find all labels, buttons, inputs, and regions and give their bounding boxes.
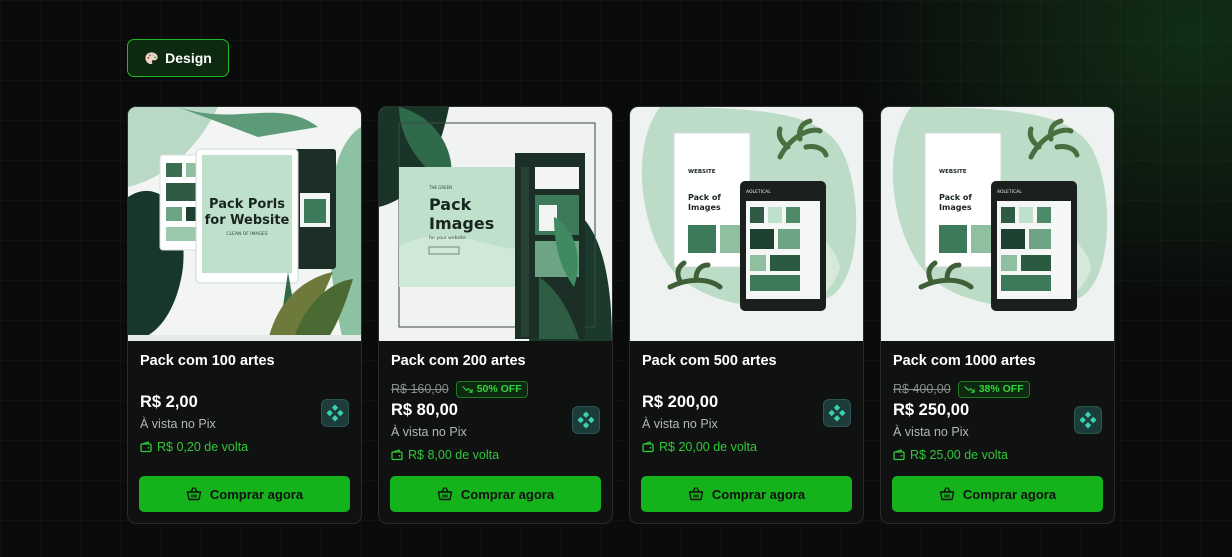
product-image: WEBSITE Pack of Images AOLETICAL [630, 107, 863, 341]
product-title: Pack com 100 artes [140, 353, 275, 369]
svg-text:for Website: for Website [205, 213, 290, 228]
svg-text:THE GREEN: THE GREEN [428, 185, 452, 190]
buy-now-button[interactable]: Comprar agora [641, 476, 852, 512]
pix-icon [321, 399, 349, 427]
basket-icon [939, 487, 955, 501]
current-price: R$ 250,00 [893, 401, 970, 419]
category-chip-design[interactable]: Design [127, 39, 229, 77]
buy-now-label: Comprar agora [209, 486, 304, 502]
product-grid: Pack Porls for Website CLEAN OF IMAGES P… [127, 106, 1115, 524]
svg-text:for your website: for your website [429, 235, 466, 241]
old-price: R$ 400,00 [893, 382, 951, 396]
current-price: R$ 80,00 [391, 401, 458, 419]
cashback-info: R$ 8,00 de volta [391, 446, 600, 463]
product-image: THE GREEN Pack Images for your website [379, 107, 612, 341]
svg-text:Pack of: Pack of [939, 193, 972, 202]
buy-now-button[interactable]: Comprar agora [892, 476, 1103, 512]
cashback-info: R$ 25,00 de volta [893, 446, 1102, 463]
palette-icon [144, 51, 159, 66]
wallet-icon [140, 440, 152, 452]
svg-text:Pack: Pack [429, 195, 472, 214]
payment-note: À vista no Pix [140, 417, 216, 431]
payment-note: À vista no Pix [391, 425, 467, 439]
svg-text:WEBSITE: WEBSITE [939, 169, 967, 175]
basket-icon [437, 487, 453, 501]
cashback-text: R$ 8,00 de volta [408, 447, 500, 462]
wallet-icon [893, 448, 905, 460]
buy-now-label: Comprar agora [460, 486, 555, 502]
pix-icon [572, 406, 600, 434]
product-card-1000: WEBSITE Pack of Images AOLETICAL Pack co… [880, 106, 1115, 524]
old-price: R$ 160,00 [391, 382, 449, 396]
discount-text: 38% OFF [978, 383, 1024, 395]
product-image: Pack Porls for Website CLEAN OF IMAGES [128, 107, 361, 341]
product-card-100: Pack Porls for Website CLEAN OF IMAGES P… [127, 106, 362, 524]
cashback-text: R$ 25,00 de volta [910, 447, 1008, 462]
product-image: WEBSITE Pack of Images AOLETICAL [881, 107, 1114, 341]
svg-text:CLEAN OF IMAGES: CLEAN OF IMAGES [226, 231, 267, 237]
current-price: R$ 200,00 [642, 393, 719, 411]
svg-text:Images: Images [939, 203, 972, 212]
buy-now-button[interactable]: Comprar agora [139, 476, 350, 512]
cashback-info: R$ 20,00 de volta [642, 438, 851, 455]
trend-down-icon [462, 385, 473, 393]
cashback-text: R$ 0,20 de volta [157, 439, 249, 454]
pix-icon [823, 399, 851, 427]
product-card-500: WEBSITE Pack of Images AOLETICAL Pack co… [629, 106, 864, 524]
svg-text:Pack Porls: Pack Porls [209, 197, 285, 212]
basket-icon [688, 487, 704, 501]
svg-text:Images: Images [688, 203, 721, 212]
pix-icon [1074, 406, 1102, 434]
svg-text:Pack of: Pack of [688, 193, 721, 202]
trend-down-icon [964, 385, 975, 393]
old-price-row: R$ 400,00 38% OFF [893, 380, 1102, 398]
payment-note: À vista no Pix [642, 417, 718, 431]
payment-note: À vista no Pix [893, 425, 969, 439]
buy-now-button[interactable]: Comprar agora [390, 476, 601, 512]
discount-text: 50% OFF [476, 383, 522, 395]
product-title: Pack com 500 artes [642, 353, 777, 369]
category-label: Design [165, 50, 212, 66]
discount-badge: 38% OFF [957, 380, 1030, 398]
cashback-info: R$ 0,20 de volta [140, 438, 349, 455]
product-title: Pack com 1000 artes [893, 353, 1036, 369]
buy-now-label: Comprar agora [711, 486, 806, 502]
current-price: R$ 2,00 [140, 393, 198, 411]
basket-icon [186, 487, 202, 501]
svg-text:AOLETICAL: AOLETICAL [746, 189, 771, 195]
svg-text:WEBSITE: WEBSITE [688, 169, 716, 175]
discount-badge: 50% OFF [455, 380, 528, 398]
buy-now-label: Comprar agora [962, 486, 1057, 502]
cashback-text: R$ 20,00 de volta [659, 439, 757, 454]
product-title: Pack com 200 artes [391, 353, 526, 369]
wallet-icon [642, 440, 654, 452]
wallet-icon [391, 448, 403, 460]
old-price-row: R$ 160,00 50% OFF [391, 380, 600, 398]
svg-text:AOLETICAL: AOLETICAL [997, 189, 1022, 195]
product-card-200: THE GREEN Pack Images for your website P… [378, 106, 613, 524]
svg-text:Images: Images [429, 214, 494, 233]
